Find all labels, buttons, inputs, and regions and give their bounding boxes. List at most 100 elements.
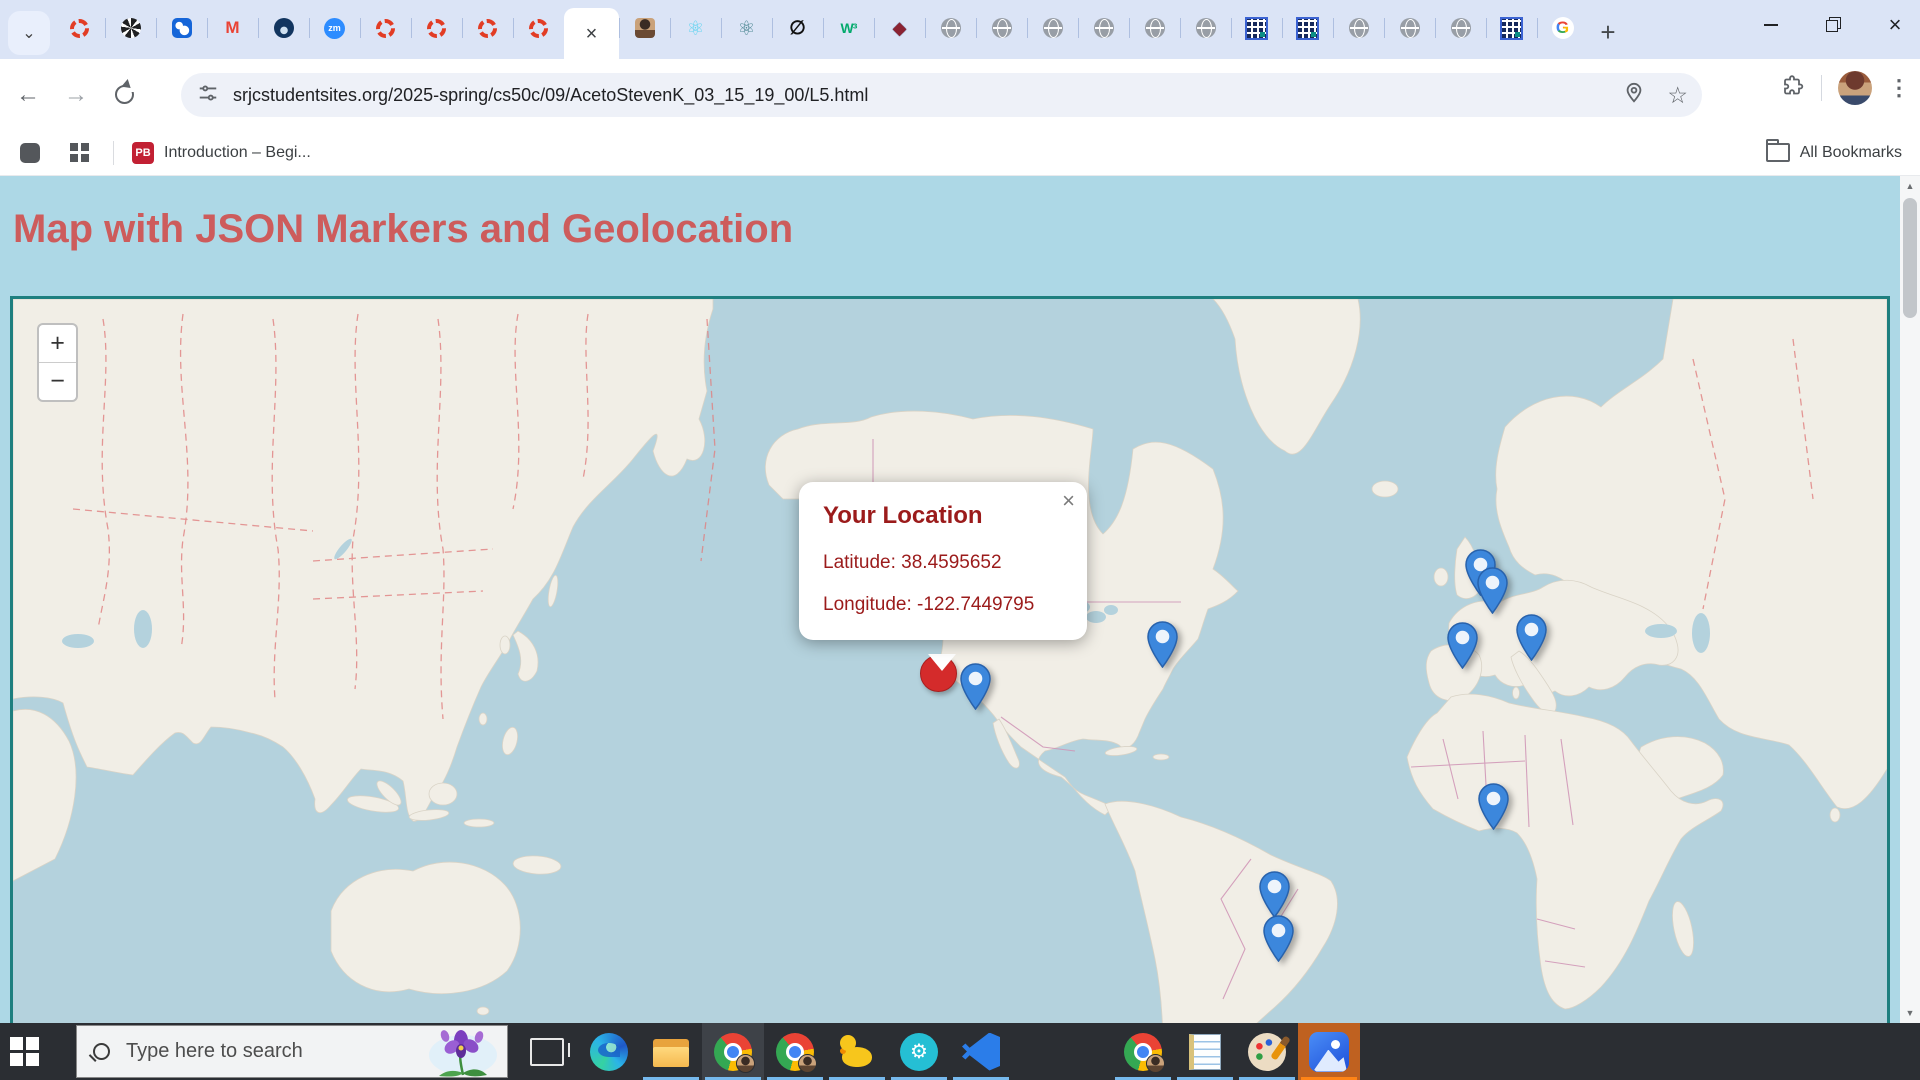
taskbar-chrome-profile-1[interactable] — [702, 1023, 764, 1080]
taskbar-edge[interactable] — [578, 1023, 640, 1080]
bookmark-favicon: PB — [132, 142, 154, 164]
tab-zoom[interactable] — [309, 6, 360, 50]
search-input[interactable] — [124, 1039, 378, 1064]
popup-close-button[interactable]: × — [1062, 488, 1075, 514]
map-marker[interactable] — [1478, 783, 1509, 830]
tab-grid[interactable] — [1282, 6, 1333, 50]
tab-globe[interactable] — [1435, 6, 1486, 50]
taskbar-paint[interactable] — [1236, 1023, 1298, 1080]
tab-noaa[interactable] — [258, 6, 309, 50]
tab-globe[interactable] — [1027, 6, 1078, 50]
map-marker[interactable] — [1447, 622, 1478, 669]
tab-globe[interactable] — [976, 6, 1027, 50]
taskbar-photos[interactable] — [1298, 1023, 1360, 1080]
all-bookmarks-button[interactable]: All Bookmarks — [1766, 143, 1902, 162]
tab-person[interactable] — [619, 6, 670, 50]
taskbar-chrome-profile-3[interactable] — [1112, 1023, 1174, 1080]
tab-grid[interactable] — [1486, 6, 1537, 50]
bookmarks-bar: PB Introduction – Begi... All Bookmarks — [0, 130, 1920, 176]
grid-favicon-icon — [1296, 17, 1319, 40]
canvas-favicon-icon — [376, 19, 395, 38]
tab-crest[interactable] — [874, 6, 925, 50]
leaflet-map[interactable]: + − × Your Location Latitude: 38.4595652… — [10, 296, 1890, 1023]
scroll-up-arrow[interactable]: ▲ — [1900, 176, 1920, 196]
tabs-container: × — [54, 0, 1588, 59]
minimize-button[interactable] — [1754, 8, 1788, 42]
globe-favicon-icon — [1400, 18, 1420, 38]
taskbar-search[interactable] — [76, 1025, 508, 1078]
new-tab-button[interactable]: + — [1588, 13, 1628, 53]
taskbar-chrome-profile-2[interactable] — [764, 1023, 826, 1080]
page-scrollbar[interactable]: ▲ ▼ — [1900, 176, 1920, 1023]
map-marker[interactable] — [1263, 915, 1294, 962]
forward-button[interactable]: → — [56, 75, 96, 115]
tab-globe[interactable] — [1180, 6, 1231, 50]
profile-avatar[interactable] — [1838, 71, 1872, 105]
browser-toolbar: ← → srjcstudentsites.org/2025-spring/cs5… — [0, 59, 1920, 130]
tab-globe[interactable] — [1078, 6, 1129, 50]
taskbar-apps — [516, 1023, 1360, 1080]
taskbar-cyberduck[interactable] — [826, 1023, 888, 1080]
tab-globe[interactable] — [1384, 6, 1435, 50]
close-window-button[interactable]: × — [1878, 8, 1912, 42]
tab-canvas[interactable] — [462, 6, 513, 50]
search-highlight-flower-icon[interactable] — [421, 1027, 505, 1078]
restore-button[interactable] — [1816, 8, 1850, 42]
tab-null[interactable] — [772, 6, 823, 50]
taskbar-file-explorer[interactable] — [640, 1023, 702, 1080]
zoom-out-button[interactable]: − — [39, 363, 76, 400]
url-text[interactable]: srjcstudentsites.org/2025-spring/cs50c/0… — [233, 85, 868, 106]
tab-globe[interactable] — [925, 6, 976, 50]
taskbar-vscode[interactable] — [950, 1023, 1012, 1080]
location-pin-icon[interactable] — [1623, 82, 1645, 109]
bookmark-star-icon[interactable]: ☆ — [1667, 82, 1688, 109]
screen: ⌄ × + × ← → srjcstudentsites.org/2025-sp… — [0, 0, 1920, 1080]
tab-canvas[interactable] — [513, 6, 564, 50]
reload-button[interactable] — [104, 75, 144, 115]
zoom-in-button[interactable]: + — [39, 325, 76, 363]
tab-w3[interactable] — [823, 6, 874, 50]
tab-globe[interactable] — [1129, 6, 1180, 50]
bookmark-item[interactable]: PB Introduction – Begi... — [132, 142, 311, 164]
site-settings-icon[interactable] — [197, 82, 219, 109]
map-marker[interactable] — [1147, 621, 1178, 668]
active-tab[interactable]: × — [564, 8, 619, 59]
tab-grid[interactable] — [1231, 6, 1282, 50]
tab-canvas[interactable] — [54, 6, 105, 50]
taskbar-notepad[interactable] — [1174, 1023, 1236, 1080]
tab-gmail[interactable] — [207, 6, 258, 50]
crest-favicon-icon — [889, 17, 911, 39]
map-marker[interactable] — [1259, 871, 1290, 918]
extensions-icon[interactable] — [1781, 74, 1805, 103]
tab-search-button[interactable]: ⌄ — [8, 11, 50, 55]
map-marker[interactable] — [1477, 567, 1508, 614]
tab-globe[interactable] — [1333, 6, 1384, 50]
address-bar[interactable]: srjcstudentsites.org/2025-spring/cs50c/0… — [181, 73, 1702, 117]
tab-canvas[interactable] — [360, 6, 411, 50]
tab-google[interactable] — [1537, 6, 1588, 50]
popup-longitude: Longitude: -122.7449795 — [823, 594, 1063, 616]
taskbar-task-view[interactable] — [516, 1023, 578, 1080]
notepad-icon — [1189, 1034, 1221, 1070]
popup-latitude: Latitude: 38.4595652 — [823, 552, 1063, 574]
tab-react[interactable] — [670, 6, 721, 50]
tab-electron[interactable] — [721, 6, 772, 50]
taskbar-teal-utility[interactable] — [888, 1023, 950, 1080]
start-button[interactable] — [0, 1023, 48, 1080]
tab-canvas[interactable] — [411, 6, 462, 50]
side-panel-icon[interactable] — [20, 143, 40, 163]
bp-favicon-icon — [172, 18, 192, 38]
map-marker[interactable] — [960, 663, 991, 710]
map-marker[interactable] — [1516, 614, 1547, 661]
browser-menu-icon[interactable]: ⋮ — [1888, 75, 1910, 101]
back-button[interactable]: ← — [8, 75, 48, 115]
tab-close-icon[interactable]: × — [586, 24, 598, 44]
search-icon — [93, 1043, 110, 1060]
person-favicon-icon — [635, 18, 655, 38]
scrollbar-thumb[interactable] — [1903, 198, 1917, 318]
tab-bp[interactable] — [156, 6, 207, 50]
react-favicon-icon — [685, 17, 707, 39]
apps-grid-icon[interactable] — [70, 143, 89, 162]
scroll-down-arrow[interactable]: ▼ — [1900, 1003, 1920, 1023]
tab-chatgpt[interactable] — [105, 6, 156, 50]
